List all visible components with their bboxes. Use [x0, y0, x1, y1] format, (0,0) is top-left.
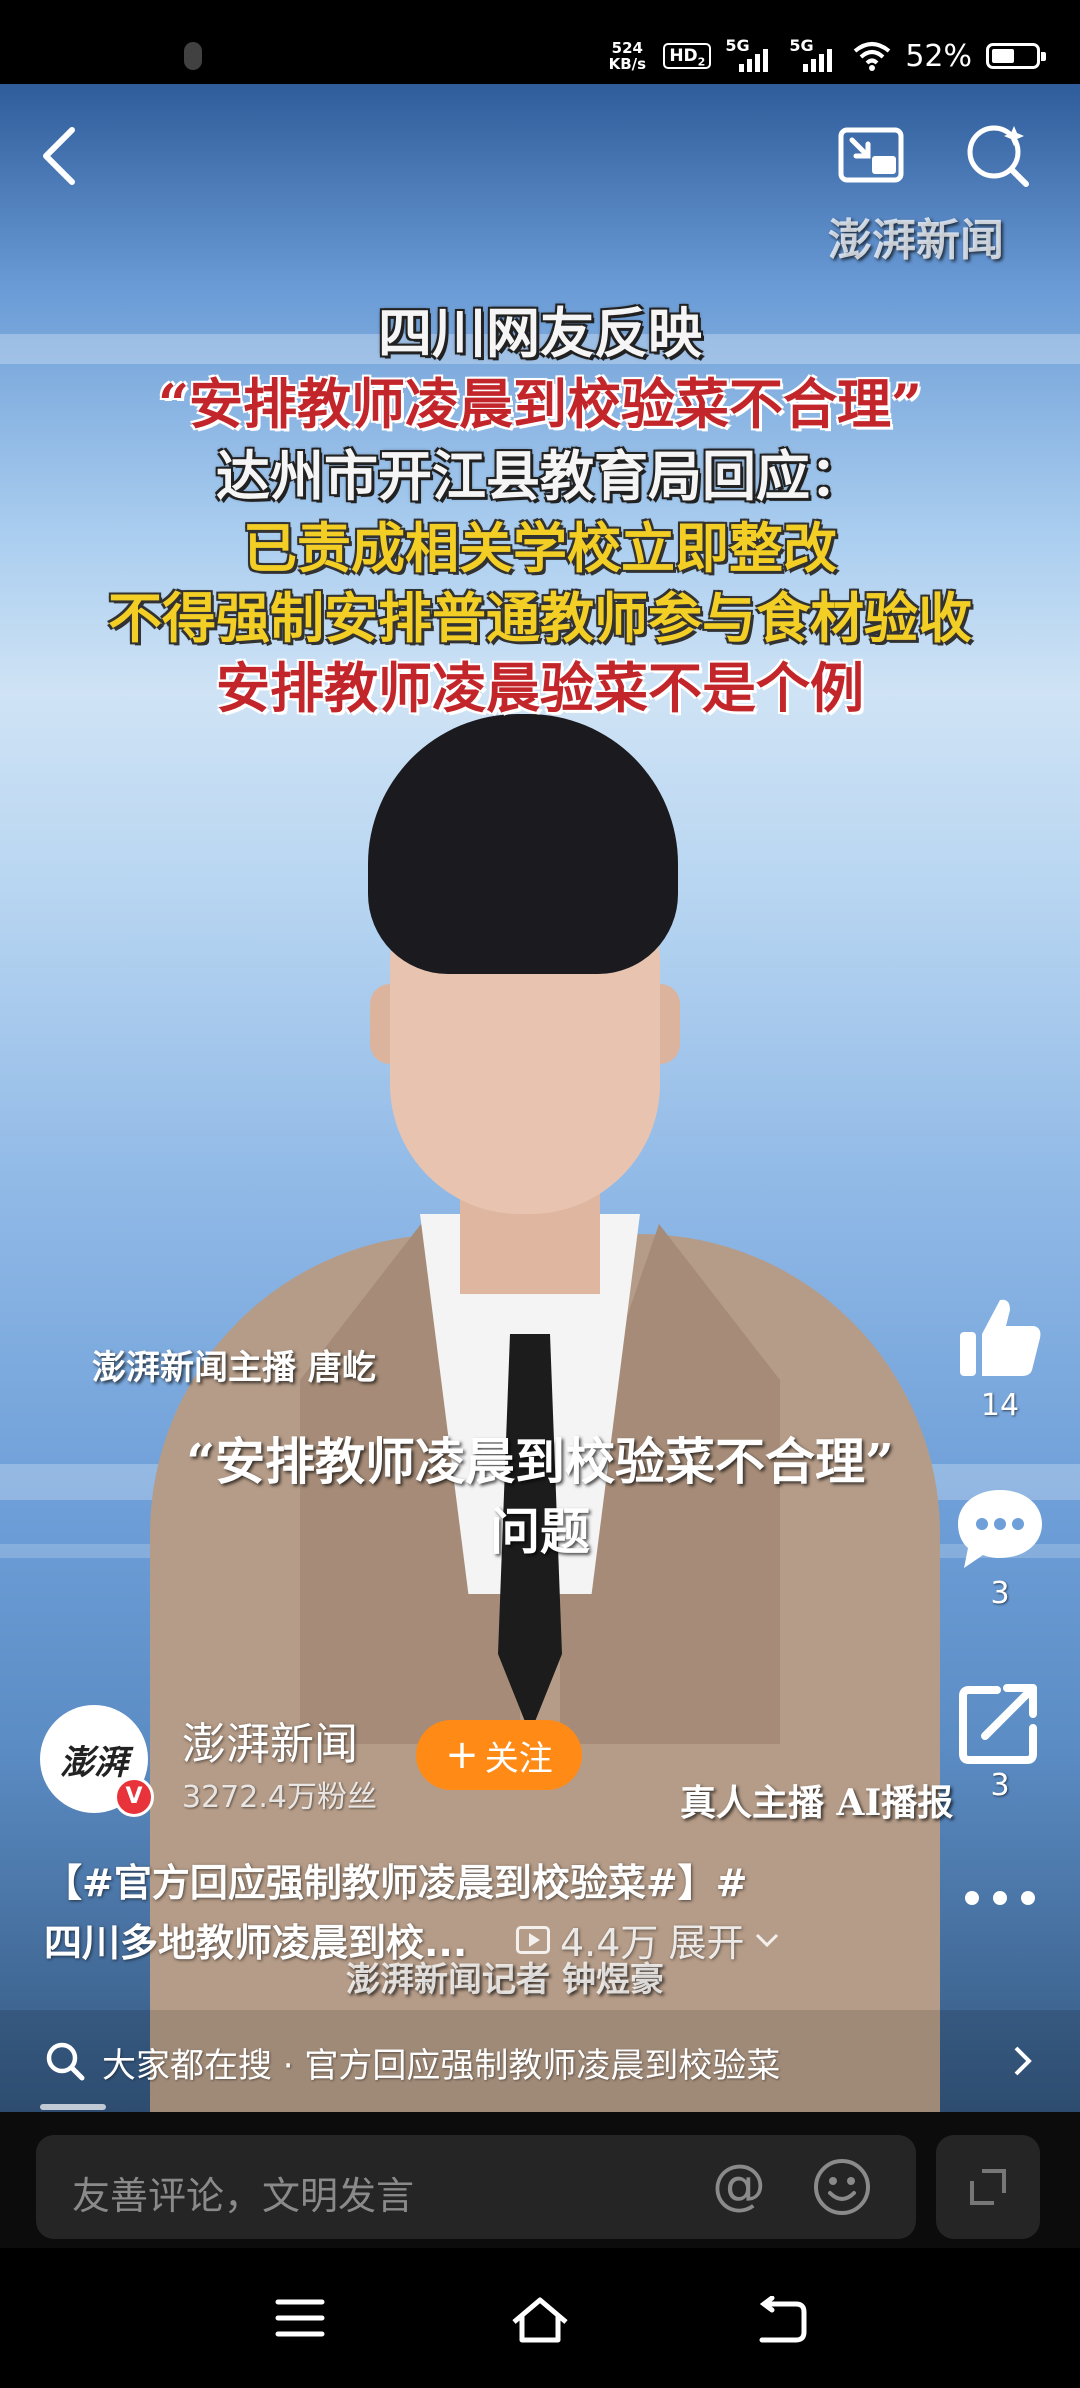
like-button[interactable]: 14: [945, 1292, 1055, 1423]
description-line[interactable]: 四川多地教师凌晨到校...: [44, 1912, 467, 1967]
battery-icon: [986, 43, 1046, 69]
verified-badge: V: [114, 1777, 154, 1817]
share-icon: [959, 1684, 1037, 1764]
chevron-down-icon: [756, 1933, 779, 1947]
expand-comment-button[interactable]: [936, 2135, 1040, 2239]
wifi-icon: [853, 41, 891, 71]
video-subtitle: 问题: [490, 1502, 590, 1561]
avatar[interactable]: 澎湃 V: [40, 1705, 154, 1817]
menu-icon[interactable]: [274, 2296, 326, 2340]
share-count: 3: [990, 1768, 1010, 1803]
headline-line: 安排教师凌晨验菜不是个例: [216, 656, 864, 720]
description-line[interactable]: 【#官方回应强制教师凌晨到校验菜#】#: [44, 1852, 748, 1907]
comment-bubble-icon: [958, 1490, 1042, 1568]
comment-button[interactable]: 3: [945, 1486, 1055, 1611]
anchor-caption: 澎湃新闻主播 唐屹: [92, 1348, 376, 1388]
headline-line: 四川网友反映: [378, 301, 702, 365]
headline-line: 不得强制安排普通教师参与食材验收: [108, 586, 972, 650]
ai-anchor-label: 真人主播 AI播报: [680, 1782, 954, 1824]
network-speed-unit: KB/s: [608, 55, 647, 73]
related-search-text: 大家都在搜 · 官方回应强制教师凌晨到校验菜: [102, 2046, 781, 2086]
hd-voice-badge: HD2: [663, 43, 712, 69]
related-search-strip[interactable]: 大家都在搜 · 官方回应强制教师凌晨到校验菜: [0, 2010, 1080, 2112]
back-icon[interactable]: [752, 2296, 808, 2344]
status-indicators: 524 KB/s HD2 5G 5G 52%: [605, 34, 1046, 78]
home-icon[interactable]: [508, 2296, 572, 2344]
emoji-icon[interactable]: [812, 2157, 872, 2217]
status-bar: 524 KB/s HD2 5G 5G 52%: [0, 0, 1080, 84]
author-fans-count: 3272.4万粉丝: [182, 1780, 377, 1815]
signal-sim2-icon: 5G: [789, 36, 839, 76]
author-name[interactable]: 澎湃新闻: [182, 1708, 358, 1772]
more-dots-icon: [965, 1891, 1035, 1905]
expand-icon: [970, 2169, 1006, 2205]
system-nav-bar: [0, 2248, 1080, 2388]
back-arrow-icon[interactable]: [36, 124, 86, 188]
follow-label: 关注: [484, 1738, 553, 1779]
video-subtitle: “安排教师凌晨到校验菜不合理”: [186, 1432, 894, 1491]
comment-count: 3: [990, 1576, 1010, 1611]
video-player[interactable]: 澎湃新闻 四川网友反映 “安排教师凌晨到校验菜不合理” 达州市开江县教育局回应：…: [0, 84, 1080, 2112]
share-button[interactable]: 3: [945, 1680, 1055, 1803]
headline-line: “安排教师凌晨到校验菜不合理”: [157, 372, 923, 436]
comment-placeholder: 友善评论，文明发言: [72, 2174, 415, 2218]
watermark: 澎湃新闻: [828, 215, 1004, 266]
headline-line: 达州市开江县教育局回应：: [216, 444, 864, 508]
search-icon: [46, 2042, 85, 2081]
like-count: 14: [980, 1388, 1020, 1423]
video-progress-bar[interactable]: [40, 2104, 106, 2110]
chevron-right-icon: [1014, 2046, 1032, 2076]
description-meta[interactable]: 4.4万 展开: [516, 1912, 780, 1967]
network-speed: 524 KB/s: [605, 40, 649, 72]
headline-line: 已责成相关学校立即整改: [243, 516, 837, 580]
network-speed-value: 524: [611, 39, 643, 57]
status-left-indicators: [50, 38, 210, 74]
expand-label[interactable]: 展开: [668, 1912, 744, 1967]
plus-icon: +: [445, 1732, 479, 1778]
thumbs-up-icon: [960, 1299, 1041, 1376]
comment-bar: 友善评论，文明发言 @: [0, 2112, 1080, 2248]
signal-sim1-icon: 5G: [725, 36, 775, 76]
mention-icon[interactable]: @: [712, 2157, 766, 2213]
follow-button[interactable]: + 关注: [416, 1720, 582, 1790]
more-button[interactable]: [945, 1888, 1055, 1908]
search-icon[interactable]: [962, 120, 1032, 190]
comment-input[interactable]: 友善评论，文明发言 @: [36, 2135, 916, 2239]
view-count: 4.4万: [560, 1921, 659, 1965]
picture-in-picture-icon[interactable]: [836, 120, 906, 190]
battery-percent: 52%: [905, 38, 972, 74]
play-count-icon: [516, 1925, 550, 1954]
